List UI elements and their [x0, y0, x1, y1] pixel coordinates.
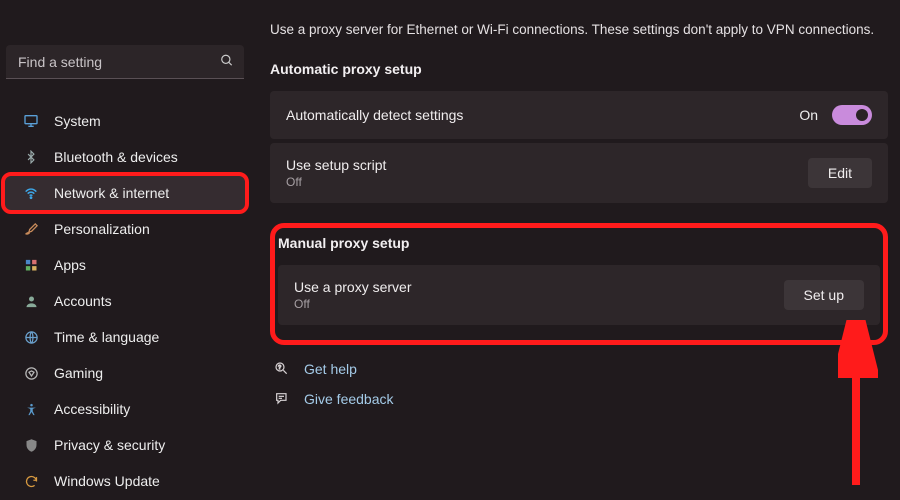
sidebar-item-windows-update[interactable]: Windows Update	[4, 463, 246, 499]
globe-clock-icon	[22, 328, 40, 346]
feedback-icon	[274, 391, 290, 407]
sidebar-item-label: Accounts	[54, 293, 112, 309]
gaming-icon	[22, 364, 40, 382]
main-content: Use a proxy server for Ethernet or Wi-Fi…	[250, 0, 900, 500]
sidebar-item-label: Apps	[54, 257, 86, 273]
sidebar-item-apps[interactable]: Apps	[4, 247, 246, 283]
auto-detect-toggle[interactable]	[832, 105, 872, 125]
sidebar-item-label: Time & language	[54, 329, 159, 345]
nav-list: System Bluetooth & devices Network & int…	[0, 103, 250, 499]
sidebar-item-label: Accessibility	[54, 401, 130, 417]
manual-proxy-title: Manual proxy setup	[278, 235, 880, 251]
sidebar-item-label: System	[54, 113, 101, 129]
accessibility-icon	[22, 400, 40, 418]
help-links: ? Get help Give feedback	[270, 361, 888, 407]
sidebar-item-accessibility[interactable]: Accessibility	[4, 391, 246, 427]
sidebar-item-bluetooth[interactable]: Bluetooth & devices	[4, 139, 246, 175]
person-icon	[22, 292, 40, 310]
setup-script-label: Use setup script	[286, 157, 386, 173]
use-proxy-label: Use a proxy server	[294, 279, 411, 295]
give-feedback-label: Give feedback	[304, 391, 394, 407]
shield-icon	[22, 436, 40, 454]
sidebar-item-gaming[interactable]: Gaming	[4, 355, 246, 391]
search-box	[6, 45, 244, 79]
give-feedback-link[interactable]: Give feedback	[274, 391, 888, 407]
edit-button[interactable]: Edit	[808, 158, 872, 188]
sidebar-item-label: Personalization	[54, 221, 150, 237]
auto-detect-label: Automatically detect settings	[286, 107, 463, 123]
system-icon	[22, 112, 40, 130]
sidebar-item-label: Network & internet	[54, 185, 169, 201]
get-help-label: Get help	[304, 361, 357, 377]
auto-detect-card[interactable]: Automatically detect settings On	[270, 91, 888, 139]
sidebar-item-label: Windows Update	[54, 473, 160, 489]
sidebar-item-network[interactable]: Network & internet	[4, 175, 246, 211]
search-icon	[220, 54, 234, 71]
apps-icon	[22, 256, 40, 274]
help-icon: ?	[274, 361, 290, 377]
update-icon	[22, 472, 40, 490]
setup-script-state: Off	[286, 175, 386, 189]
sidebar-item-label: Gaming	[54, 365, 103, 381]
automatic-proxy-title: Automatic proxy setup	[270, 61, 888, 77]
wifi-icon	[22, 184, 40, 202]
paintbrush-icon	[22, 220, 40, 238]
sidebar-item-accounts[interactable]: Accounts	[4, 283, 246, 319]
sidebar-item-time-language[interactable]: Time & language	[4, 319, 246, 355]
use-proxy-state: Off	[294, 297, 411, 311]
intro-text: Use a proxy server for Ethernet or Wi-Fi…	[270, 22, 888, 37]
sidebar: System Bluetooth & devices Network & int…	[0, 0, 250, 500]
sidebar-item-system[interactable]: System	[4, 103, 246, 139]
search-input[interactable]	[6, 45, 244, 79]
setup-button[interactable]: Set up	[784, 280, 864, 310]
svg-text:?: ?	[278, 365, 281, 371]
toggle-state-label: On	[799, 107, 818, 123]
use-proxy-card[interactable]: Use a proxy server Off Set up	[278, 265, 880, 325]
sidebar-item-privacy[interactable]: Privacy & security	[4, 427, 246, 463]
sidebar-item-personalization[interactable]: Personalization	[4, 211, 246, 247]
get-help-link[interactable]: ? Get help	[274, 361, 888, 377]
setup-script-card[interactable]: Use setup script Off Edit	[270, 143, 888, 203]
sidebar-item-label: Bluetooth & devices	[54, 149, 178, 165]
manual-proxy-group: Manual proxy setup Use a proxy server Of…	[270, 223, 888, 345]
sidebar-item-label: Privacy & security	[54, 437, 165, 453]
bluetooth-icon	[22, 148, 40, 166]
